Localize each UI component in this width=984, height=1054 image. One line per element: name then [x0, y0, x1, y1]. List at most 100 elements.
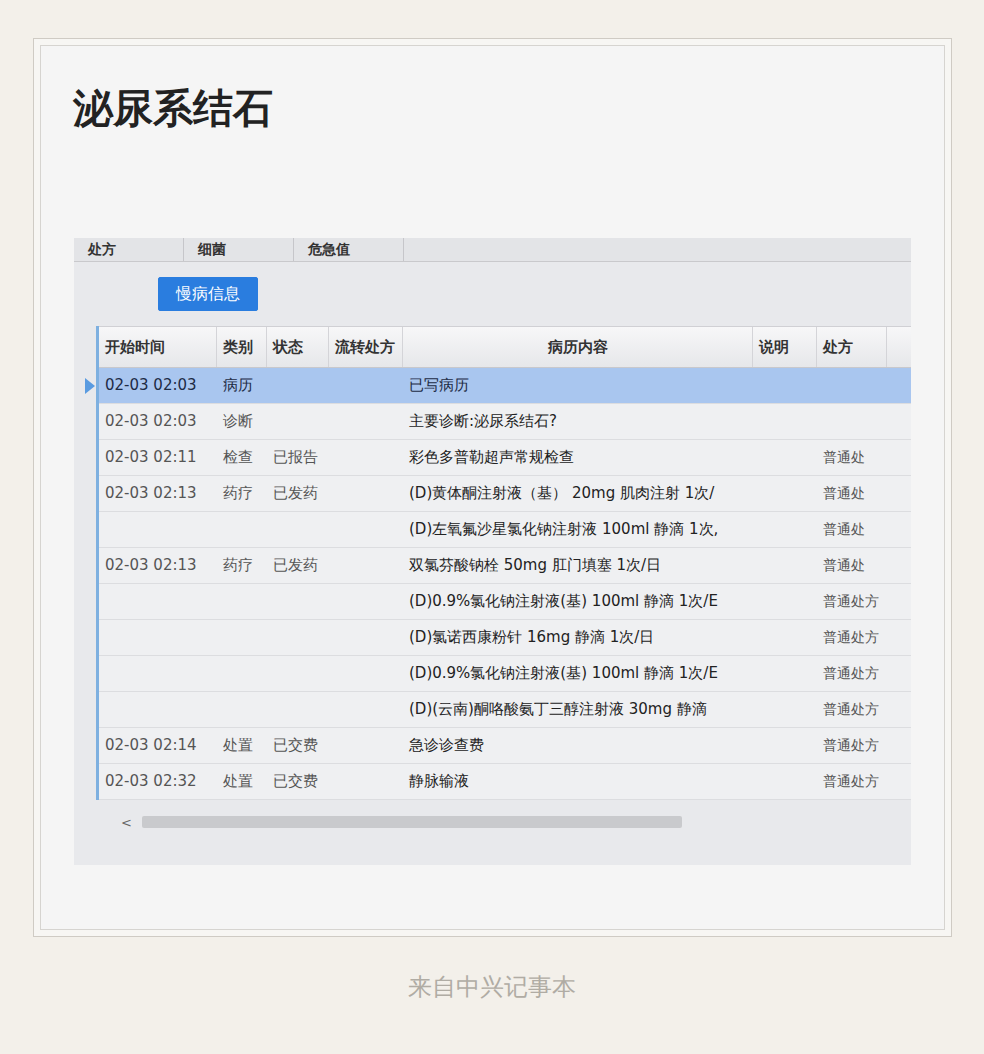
time-cell: 02-03 02:13: [99, 476, 217, 511]
time-cell: 02-03 02:03: [99, 368, 217, 403]
table-row[interactable]: (D)0.9%氯化钠注射液(基) 100ml 静滴 1次/E 普通处方: [99, 656, 911, 692]
note-title: 泌尿系结石: [73, 84, 944, 132]
time-cell: 02-03 02:32: [99, 764, 217, 799]
content-cell: (D)0.9%氯化钠注射液(基) 100ml 静滴 1次/E: [403, 656, 753, 691]
time-cell: [99, 656, 217, 691]
table-row[interactable]: 02-03 02:03诊断 主要诊断:泌尿系结石?: [99, 404, 911, 440]
tab[interactable]: 危急值: [294, 238, 404, 261]
flow-cell: [329, 368, 403, 403]
horizontal-scrollbar[interactable]: <: [99, 814, 911, 830]
note-frame: 泌尿系结石 处方细菌危急值 慢病信息 开始时间类别状态流转处方病历内容说明处方0…: [33, 38, 952, 937]
column-header[interactable]: 状态: [267, 327, 329, 367]
rx-cell: 普通处方: [817, 692, 887, 727]
scroll-thumb[interactable]: [142, 816, 682, 828]
flow-cell: [329, 656, 403, 691]
status-cell: 已发药: [267, 476, 329, 511]
content-cell: 双氯芬酸钠栓 50mg 肛门填塞 1次/日: [403, 548, 753, 583]
chronic-info-button[interactable]: 慢病信息: [158, 277, 258, 311]
category-cell: [217, 656, 267, 691]
category-cell: [217, 620, 267, 655]
column-header[interactable]: 说明: [753, 327, 817, 367]
note-cell: [753, 584, 817, 619]
column-header[interactable]: 开始时间: [99, 327, 217, 367]
status-cell: 已交费: [267, 764, 329, 799]
note-cell: [753, 764, 817, 799]
content-cell: 急诊诊查费: [403, 728, 753, 763]
category-cell: [217, 512, 267, 547]
table-row[interactable]: (D)左氧氟沙星氯化钠注射液 100ml 静滴 1次,普通处: [99, 512, 911, 548]
flow-cell: [329, 728, 403, 763]
category-cell: 诊断: [217, 404, 267, 439]
status-cell: [267, 620, 329, 655]
category-cell: 处置: [217, 728, 267, 763]
emr-screen: 处方细菌危急值 慢病信息 开始时间类别状态流转处方病历内容说明处方02-03 0…: [74, 238, 911, 865]
column-header[interactable]: 流转处方: [329, 327, 403, 367]
content-cell: (D)氯诺西康粉针 16mg 静滴 1次/日: [403, 620, 753, 655]
time-cell: 02-03 02:11: [99, 440, 217, 475]
table-row[interactable]: 02-03 02:13药疗已发药双氯芬酸钠栓 50mg 肛门填塞 1次/日普通处: [99, 548, 911, 584]
note-cell: [753, 404, 817, 439]
record-table: 开始时间类别状态流转处方病历内容说明处方02-03 02:03病历已写病历02-…: [96, 326, 911, 800]
content-cell: (D)0.9%氯化钠注射液(基) 100ml 静滴 1次/E: [403, 584, 753, 619]
tab-strip: 处方细菌危急值: [74, 238, 911, 262]
rx-cell: [817, 368, 887, 403]
note-card: 泌尿系结石 处方细菌危急值 慢病信息 开始时间类别状态流转处方病历内容说明处方0…: [40, 45, 945, 930]
flow-cell: [329, 476, 403, 511]
rx-cell: 普通处: [817, 476, 887, 511]
table-row[interactable]: (D)(云南)酮咯酸氨丁三醇注射液 30mg 静滴普通处方: [99, 692, 911, 728]
table-row[interactable]: 02-03 02:11检查已报告彩色多普勒超声常规检查普通处: [99, 440, 911, 476]
table-header: 开始时间类别状态流转处方病历内容说明处方: [99, 326, 911, 368]
status-cell: [267, 512, 329, 547]
status-cell: 已报告: [267, 440, 329, 475]
time-cell: 02-03 02:03: [99, 404, 217, 439]
note-cell: [753, 548, 817, 583]
selected-arrow-icon: [85, 378, 95, 394]
source-footer: 来自中兴记事本: [0, 971, 984, 1005]
flow-cell: [329, 692, 403, 727]
status-cell: [267, 584, 329, 619]
category-cell: [217, 584, 267, 619]
table-row[interactable]: 02-03 02:14处置已交费急诊诊查费普通处方: [99, 728, 911, 764]
tab[interactable]: 处方: [74, 238, 184, 261]
category-cell: 处置: [217, 764, 267, 799]
note-cell: [753, 476, 817, 511]
content-cell: 静脉输液: [403, 764, 753, 799]
table-row[interactable]: 02-03 02:03病历 已写病历: [99, 368, 911, 404]
status-cell: [267, 404, 329, 439]
rx-cell: 普通处方: [817, 620, 887, 655]
rx-cell: 普通处方: [817, 764, 887, 799]
table-row[interactable]: 02-03 02:32处置已交费 静脉输液 普通处方: [99, 764, 911, 800]
content-cell: 主要诊断:泌尿系结石?: [403, 404, 753, 439]
flow-cell: [329, 620, 403, 655]
status-cell: [267, 656, 329, 691]
column-header[interactable]: 类别: [217, 327, 267, 367]
status-cell: 已交费: [267, 728, 329, 763]
scroll-left-arrow[interactable]: <: [99, 816, 132, 829]
column-header[interactable]: 处方: [817, 327, 887, 367]
content-cell: 已写病历: [403, 368, 753, 403]
content-cell: (D)黄体酮注射液（基） 20mg 肌肉注射 1次/: [403, 476, 753, 511]
table-row[interactable]: (D)氯诺西康粉针 16mg 静滴 1次/日 普通处方: [99, 620, 911, 656]
table-row[interactable]: 02-03 02:13药疗已发药 (D)黄体酮注射液（基） 20mg 肌肉注射 1…: [99, 476, 911, 512]
flow-cell: [329, 404, 403, 439]
content-cell: (D)左氧氟沙星氯化钠注射液 100ml 静滴 1次,: [403, 512, 753, 547]
note-cell: [753, 440, 817, 475]
category-cell: 药疗: [217, 476, 267, 511]
note-cell: [753, 512, 817, 547]
flow-cell: [329, 512, 403, 547]
column-header[interactable]: 病历内容: [403, 327, 753, 367]
content-cell: 彩色多普勒超声常规检查: [403, 440, 753, 475]
flow-cell: [329, 764, 403, 799]
tab[interactable]: 细菌: [184, 238, 294, 261]
rx-cell: 普通处方: [817, 728, 887, 763]
note-cell: [753, 368, 817, 403]
category-cell: [217, 692, 267, 727]
category-cell: 药疗: [217, 548, 267, 583]
table-row[interactable]: (D)0.9%氯化钠注射液(基) 100ml 静滴 1次/E 普通处方: [99, 584, 911, 620]
time-cell: [99, 512, 217, 547]
status-cell: 已发药: [267, 548, 329, 583]
note-cell: [753, 728, 817, 763]
category-cell: 病历: [217, 368, 267, 403]
rx-cell: 普通处方: [817, 656, 887, 691]
rx-cell: 普通处方: [817, 584, 887, 619]
